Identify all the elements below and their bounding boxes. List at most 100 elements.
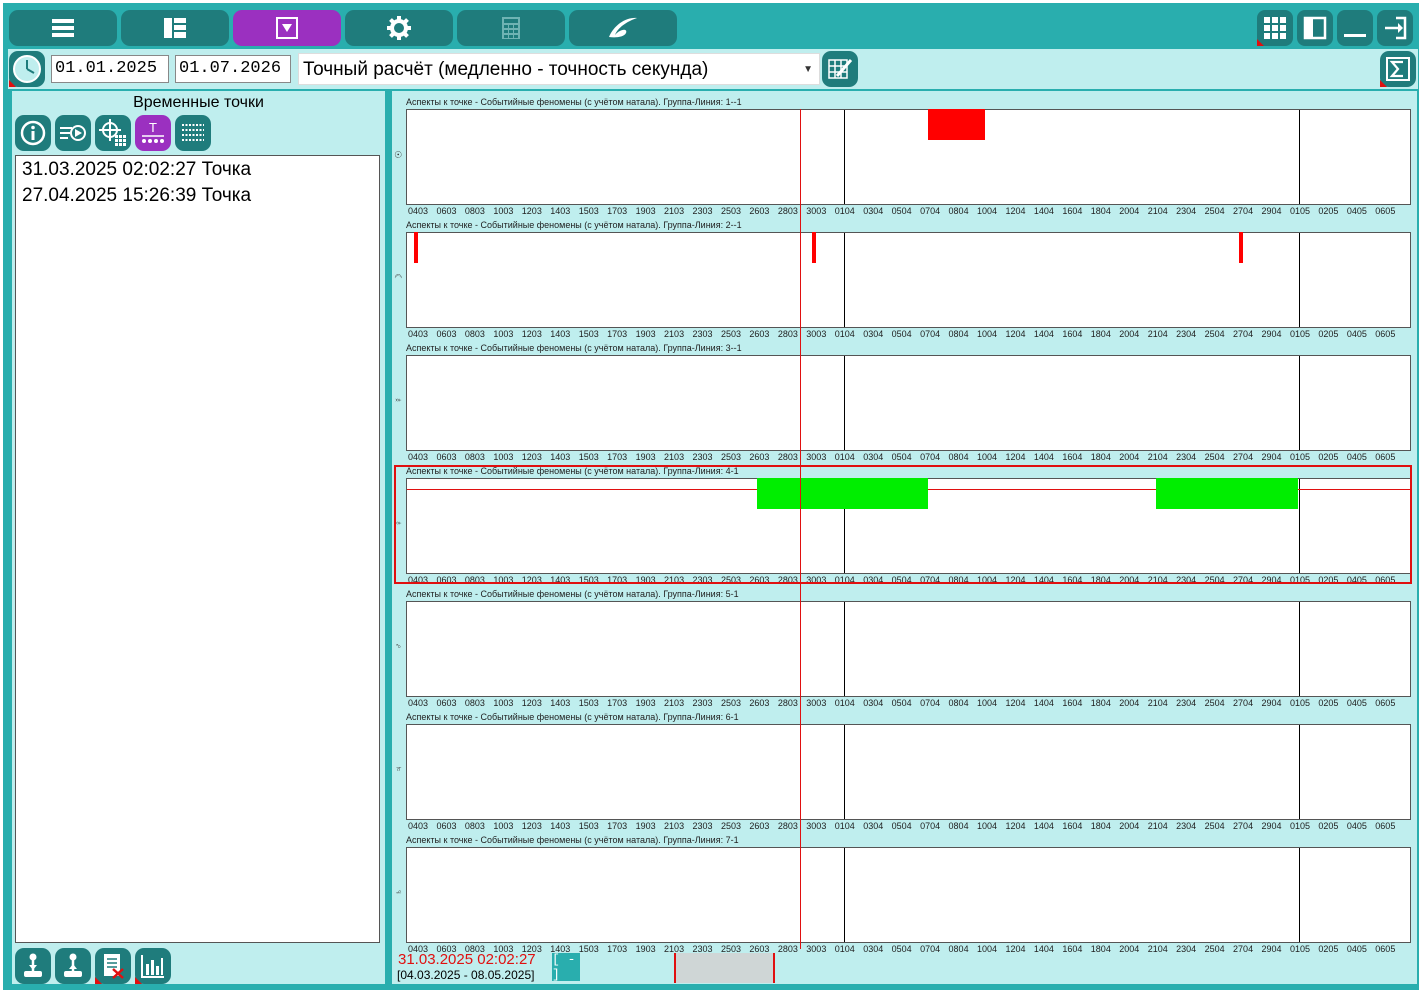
event-bar[interactable] <box>414 232 418 263</box>
tick-label: 2704 <box>1233 944 1254 954</box>
sum-button[interactable] <box>1380 51 1416 87</box>
tick-label: 1604 <box>1062 821 1083 831</box>
tick-label: 2104 <box>1147 329 1168 339</box>
tick-label: 0403 <box>408 452 429 462</box>
tick-label: 2103 <box>664 452 685 462</box>
tick-label: 1004 <box>977 944 998 954</box>
tick-label: 0704 <box>920 329 941 339</box>
tick-label: 2904 <box>1261 698 1282 708</box>
chart-title: Аспекты к точке - Событийные феномены (с… <box>406 835 739 845</box>
calculator-icon <box>502 17 520 39</box>
exit-icon <box>1385 16 1407 40</box>
tick-label: 0603 <box>436 452 457 462</box>
tick-label: 1203 <box>521 329 542 339</box>
event-bar[interactable] <box>1239 232 1244 263</box>
tick-label: 2103 <box>664 698 685 708</box>
date-to-field[interactable]: 01.07.2026 <box>175 55 291 83</box>
crosshair-button[interactable] <box>95 115 131 151</box>
tick-label: 0405 <box>1346 206 1367 216</box>
tick-label: 2603 <box>749 821 770 831</box>
tick-label: 1903 <box>635 698 656 708</box>
chart-plot-area[interactable] <box>406 109 1411 205</box>
tick-label: 3003 <box>806 698 827 708</box>
chart-plot-area[interactable] <box>406 724 1411 820</box>
planet-symbol: ♂ <box>393 642 404 650</box>
tick-label: 0104 <box>834 698 855 708</box>
delete-list-icon <box>104 954 124 979</box>
sigma-icon <box>1386 57 1410 81</box>
tick-label: 2704 <box>1233 452 1254 462</box>
chart-plot-area[interactable] <box>406 601 1411 697</box>
delete-list-button[interactable] <box>95 948 131 984</box>
tick-label: 1404 <box>1033 452 1054 462</box>
time-points-button[interactable]: T <box>135 115 171 151</box>
chart-plot-area[interactable] <box>406 847 1411 943</box>
chart-plot-area[interactable] <box>406 355 1411 451</box>
tick-label: 0405 <box>1346 329 1367 339</box>
tick-label: 1403 <box>550 329 571 339</box>
zoom-out-button[interactable]: [ - ] <box>552 952 580 982</box>
tab-layout[interactable] <box>121 10 229 46</box>
tick-label: 1503 <box>578 206 599 216</box>
tick-label: 0205 <box>1318 821 1339 831</box>
crosshair-grid-icon <box>99 119 126 146</box>
tick-label: 1404 <box>1033 821 1054 831</box>
tick-label: 1703 <box>607 698 628 708</box>
chart-plot-area[interactable] <box>406 232 1411 328</box>
reference-line <box>1298 725 1300 819</box>
tick-label: 2904 <box>1261 329 1282 339</box>
tick-label: 1604 <box>1062 206 1083 216</box>
chart-bars-button[interactable] <box>135 948 171 984</box>
app-window: 01.01.2025 01.07.2026 Точный расчёт (мед… <box>3 3 1419 990</box>
list-item[interactable]: 31.03.2025 02:02:27 Точка <box>16 156 379 182</box>
list-item[interactable]: 27.04.2025 15:26:39 Точка <box>16 182 379 208</box>
tick-label: 1204 <box>1005 698 1026 708</box>
reference-line <box>843 725 845 819</box>
joystick-up-button[interactable] <box>55 948 91 984</box>
tick-label: 0405 <box>1346 698 1367 708</box>
tick-label: 0405 <box>1346 944 1367 954</box>
event-bar[interactable] <box>928 109 985 140</box>
panel-button[interactable] <box>1297 10 1333 46</box>
tick-label: 1903 <box>635 821 656 831</box>
minimize-button[interactable] <box>1337 10 1373 46</box>
tick-label: 0304 <box>863 698 884 708</box>
toolbar: 01.01.2025 01.07.2026 Точный расчёт (мед… <box>8 49 1418 89</box>
event-bar[interactable] <box>812 232 817 263</box>
tick-label: 2704 <box>1233 206 1254 216</box>
tick-label: 0403 <box>408 206 429 216</box>
exit-button[interactable] <box>1377 10 1413 46</box>
x-axis-ticks: 0403 0603 0803 1003 1203 1403 1503 1703 1903 2103… <box>392 944 1417 956</box>
tick-label: 2904 <box>1261 944 1282 954</box>
tick-label: 0504 <box>891 821 912 831</box>
tab-list[interactable] <box>9 10 117 46</box>
joystick-down-button[interactable] <box>15 948 51 984</box>
grid-button[interactable] <box>1257 10 1293 46</box>
tick-label: 1204 <box>1005 944 1026 954</box>
calc-mode-select[interactable]: Точный расчёт (медленно - точность секун… <box>298 53 820 85</box>
tick-label: 2304 <box>1176 452 1197 462</box>
tick-label: 1404 <box>1033 329 1054 339</box>
tick-label: 1204 <box>1005 329 1026 339</box>
planet-symbol: ♃ <box>393 765 404 773</box>
tick-label: 2904 <box>1261 206 1282 216</box>
tick-label: 2303 <box>692 698 713 708</box>
tick-label: 0405 <box>1346 452 1367 462</box>
tab-calculator[interactable] <box>457 10 565 46</box>
export-button[interactable] <box>55 115 91 151</box>
tab-logo[interactable] <box>569 10 677 46</box>
date-from-field[interactable]: 01.01.2025 <box>51 55 169 83</box>
list-lines-icon <box>182 124 204 141</box>
tab-settings[interactable] <box>345 10 453 46</box>
time-points-icon: T <box>142 120 164 143</box>
dropdown-box-icon <box>276 17 298 39</box>
list-lines-button[interactable] <box>175 115 211 151</box>
tick-label: 0205 <box>1318 452 1339 462</box>
edit-grid-button[interactable] <box>822 51 858 87</box>
tick-label: 2103 <box>664 821 685 831</box>
info-button[interactable] <box>15 115 51 151</box>
clock-button[interactable] <box>9 51 45 87</box>
tick-label: 1503 <box>578 329 599 339</box>
tab-dropdown[interactable] <box>233 10 341 46</box>
timeline-scroll-thumb[interactable] <box>674 953 775 983</box>
